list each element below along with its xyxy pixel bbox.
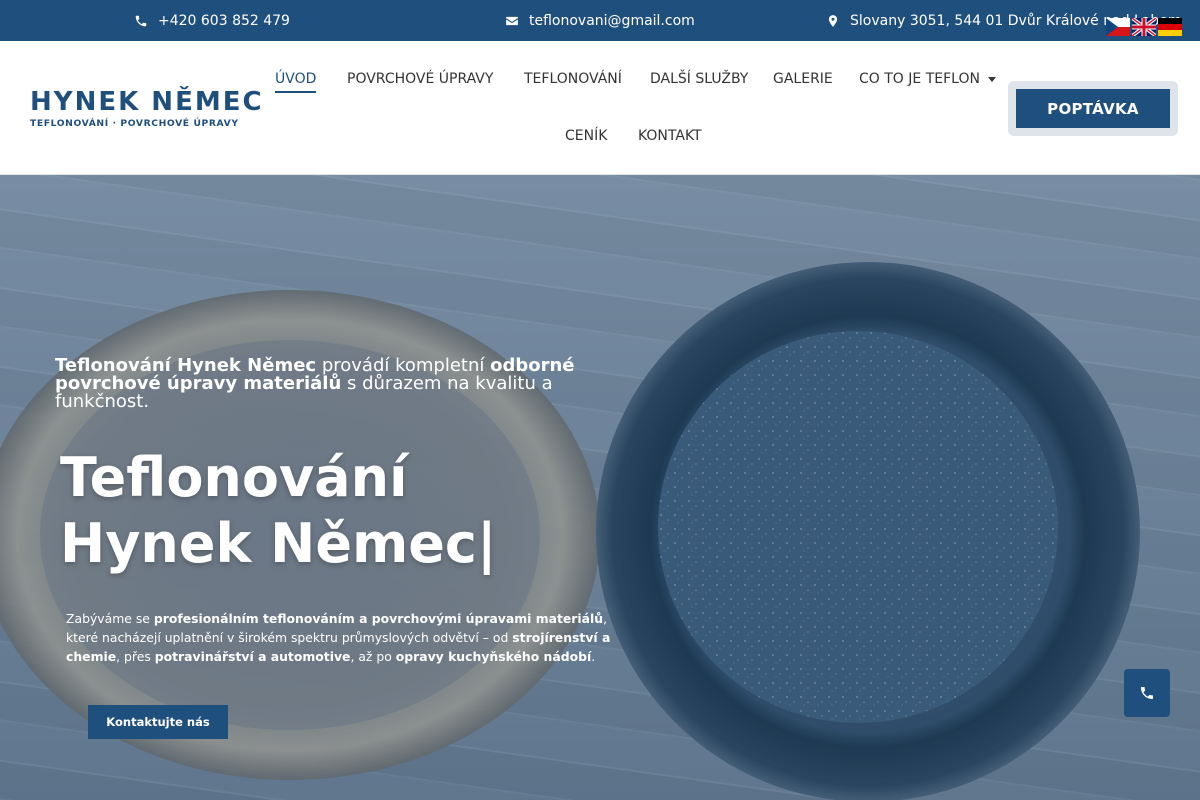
nav-item-dalsi-sluzby[interactable]: DALŠÍ SLUŽBY [650,71,748,87]
topbar-email-text: teflonovani@gmail.com [529,12,695,29]
site-header: HYNEK NĚMEC TEFLONOVÁNÍ · POVRCHOVÉ ÚPRA… [0,41,1200,175]
nav-item-povrchove-upravy[interactable]: POVRCHOVÉ ÚPRAVY [347,71,493,87]
hero-text-part: , až po [350,649,396,664]
nav-item-cenik[interactable]: CENÍK [565,128,607,144]
nav-item-co-to-je-teflon-label: CO TO JE TEFLON [859,71,980,87]
hero-title-line: Teflonování [60,446,408,509]
envelope-icon [506,16,518,25]
nav-item-co-to-je-teflon[interactable]: CO TO JE TEFLON [859,71,996,87]
topbar-phone[interactable]: +420 603 852 479 [134,0,290,41]
topbar-phone-text: +420 603 852 479 [158,12,290,29]
nav-item-uvod[interactable]: ÚVOD [275,71,317,93]
hero-text-part: , přes [116,649,155,664]
en-flag-icon[interactable] [1132,18,1156,36]
hero-text-part: profesionálním teflonováním a povrchovým… [153,611,604,626]
hero-title-line: Hynek Němec| [60,512,497,575]
poptavka-button[interactable]: POPTÁVKA [1016,89,1170,128]
nav-item-galerie[interactable]: GALERIE [773,71,833,87]
map-pin-icon [828,14,838,27]
top-contact-bar: +420 603 852 479 teflonovani@gmail.com S… [0,0,1200,41]
topbar-email[interactable]: teflonovani@gmail.com [505,0,695,41]
floating-call-button[interactable] [1124,669,1170,717]
contact-us-button[interactable]: Kontaktujte nás [88,705,228,739]
hero-text-part: opravy kuchyňského nádobí [395,649,592,664]
cta-frame: POPTÁVKA [1008,81,1178,136]
phone-icon [135,15,147,26]
hero-lead-text: Teflonování Hynek Němec provádí kompletn… [55,357,575,411]
hero-title: Teflonování Hynek Němec| [60,445,497,577]
phone-icon [1141,687,1153,699]
hero-text-part: potravinářství a automotive [154,649,351,664]
logo-subtitle: TEFLONOVÁNÍ · POVRCHOVÉ ÚPRAVY [30,118,239,129]
hero-description: Zabýváme se profesionálním teflonováním … [66,609,626,666]
logo[interactable]: HYNEK NĚMEC TEFLONOVÁNÍ · POVRCHOVÉ ÚPRA… [30,87,264,129]
nav-item-teflonovani[interactable]: TEFLONOVÁNÍ [524,71,622,87]
hero-text-part: Zabýváme se [66,611,154,626]
hero-section: Teflonování Hynek Němec provádí kompletn… [0,175,1200,800]
de-flag-icon[interactable] [1158,18,1182,36]
language-switcher [1106,18,1182,36]
logo-title: HYNEK NĚMEC [30,87,264,117]
cz-flag-icon[interactable] [1106,18,1130,36]
hero-text-part: . [591,649,596,664]
caret-down-icon [987,76,996,82]
nav-item-kontakt[interactable]: KONTAKT [638,128,702,144]
